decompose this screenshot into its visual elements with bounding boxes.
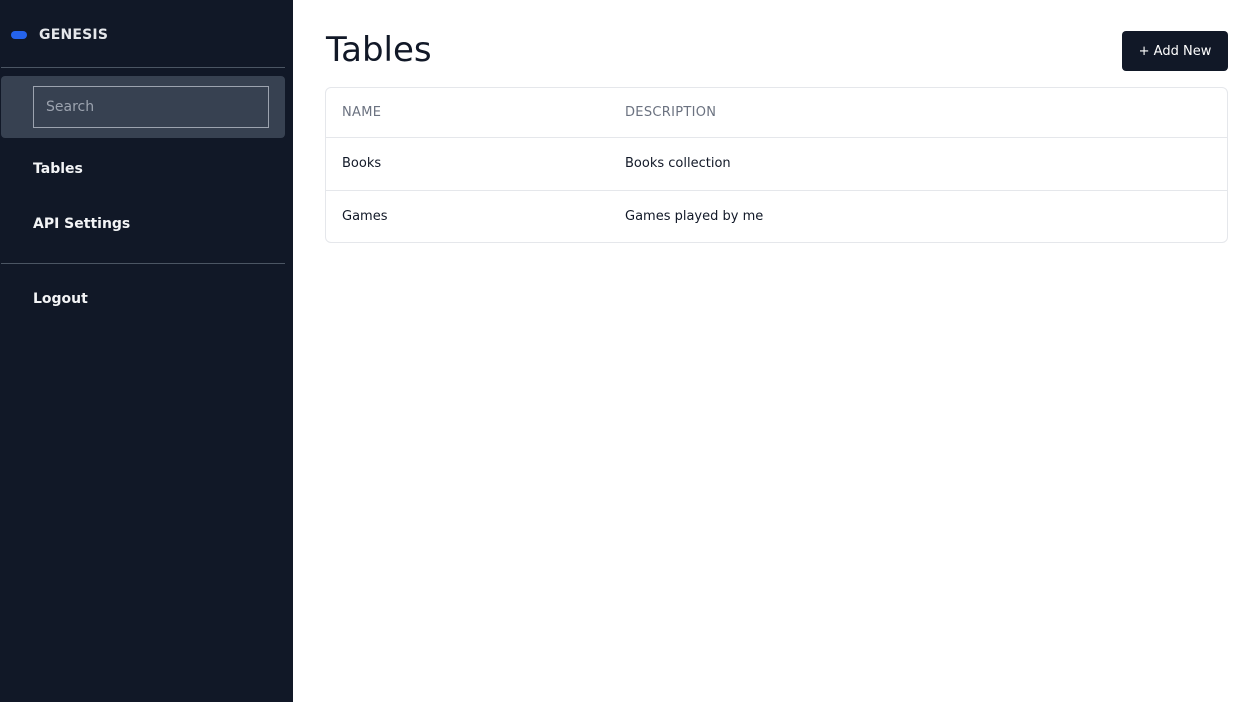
table-row[interactable]: Books Books collection bbox=[326, 138, 1227, 191]
page-title: Tables bbox=[326, 30, 432, 70]
cell-name: Books bbox=[342, 156, 382, 171]
add-new-button[interactable]: + Add New bbox=[1122, 31, 1228, 71]
table-row[interactable]: Games Games played by me bbox=[326, 191, 1227, 242]
logo-icon bbox=[11, 31, 27, 39]
sidebar-item-tables[interactable]: Tables bbox=[33, 161, 83, 177]
sidebar: GENESIS Tables API Settings Logout bbox=[0, 0, 293, 702]
cell-name: Games bbox=[342, 209, 388, 224]
sidebar-divider bbox=[1, 67, 285, 68]
column-header-name[interactable]: NAME bbox=[342, 105, 381, 120]
brand-name: GENESIS bbox=[39, 27, 109, 43]
sidebar-divider bbox=[1, 263, 285, 264]
sidebar-item-api-settings[interactable]: API Settings bbox=[33, 216, 130, 232]
tables-table: NAME DESCRIPTION Books Books collection … bbox=[325, 87, 1228, 243]
cell-description: Games played by me bbox=[625, 209, 764, 224]
sidebar-item-logout[interactable]: Logout bbox=[33, 291, 88, 307]
cell-description: Books collection bbox=[625, 156, 731, 171]
table-header: NAME DESCRIPTION bbox=[326, 88, 1227, 138]
column-header-description[interactable]: DESCRIPTION bbox=[625, 105, 716, 120]
search-container bbox=[1, 76, 285, 138]
search-input[interactable] bbox=[33, 86, 269, 128]
brand[interactable]: GENESIS bbox=[11, 24, 108, 46]
